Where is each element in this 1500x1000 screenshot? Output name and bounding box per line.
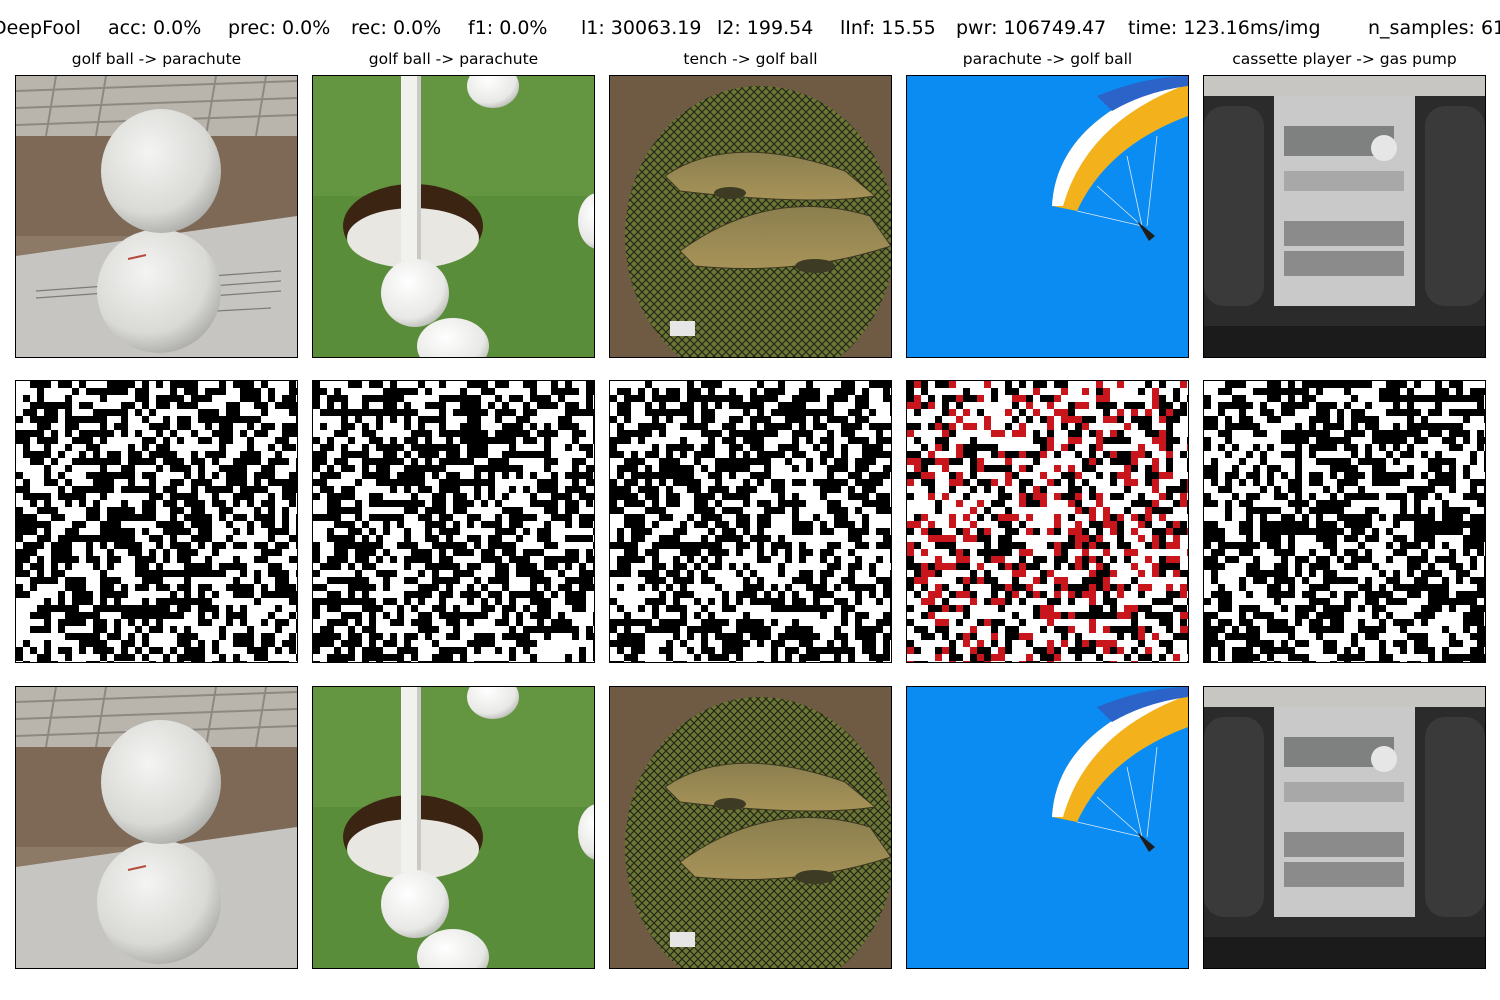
- adversarial-image-golf-balls-stacked: [15, 686, 298, 969]
- method-name: DeepFool: [0, 17, 81, 39]
- time-metric: time: 123.16ms/img: [1128, 17, 1321, 39]
- accuracy-metric: acc: 0.0%: [108, 17, 202, 39]
- l2-metric: l2: 199.54: [717, 17, 814, 39]
- column-title-4: parachute -> golf ball: [962, 50, 1133, 68]
- column-title-5: cassette player -> gas pump: [1232, 50, 1457, 68]
- column-title-3: tench -> golf ball: [683, 50, 818, 68]
- adversarial-image-paraglider: [906, 686, 1189, 969]
- original-image-paraglider: [906, 75, 1189, 358]
- l1-metric: l1: 30063.19: [581, 17, 702, 39]
- metrics-header: DeepFool acc: 0.0% prec: 0.0% rec: 0.0% …: [0, 17, 1500, 41]
- perturbation-map-5: [1203, 380, 1486, 663]
- perturbation-map-3: [609, 380, 892, 663]
- column-title-1: golf ball -> parachute: [71, 50, 242, 68]
- original-image-boombox: [1203, 75, 1486, 358]
- adversarial-image-boombox: [1203, 686, 1486, 969]
- adversarial-image-tench-fish: [609, 686, 892, 969]
- power-metric: pwr: 106749.47: [956, 17, 1107, 39]
- recall-metric: rec: 0.0%: [351, 17, 442, 39]
- original-image-golf-cup: [312, 75, 595, 358]
- perturbation-map-1: [15, 380, 298, 663]
- f1-metric: f1: 0.0%: [468, 17, 548, 39]
- original-image-golf-balls-stacked: [15, 75, 298, 358]
- column-title-2: golf ball -> parachute: [368, 50, 539, 68]
- perturbation-map-2: [312, 380, 595, 663]
- precision-metric: prec: 0.0%: [228, 17, 331, 39]
- original-image-tench-fish: [609, 75, 892, 358]
- linf-metric: lInf: 15.55: [840, 17, 936, 39]
- samples-metric: n_samples: 61: [1368, 17, 1500, 39]
- perturbation-map-4: [906, 380, 1189, 663]
- adversarial-image-golf-cup: [312, 686, 595, 969]
